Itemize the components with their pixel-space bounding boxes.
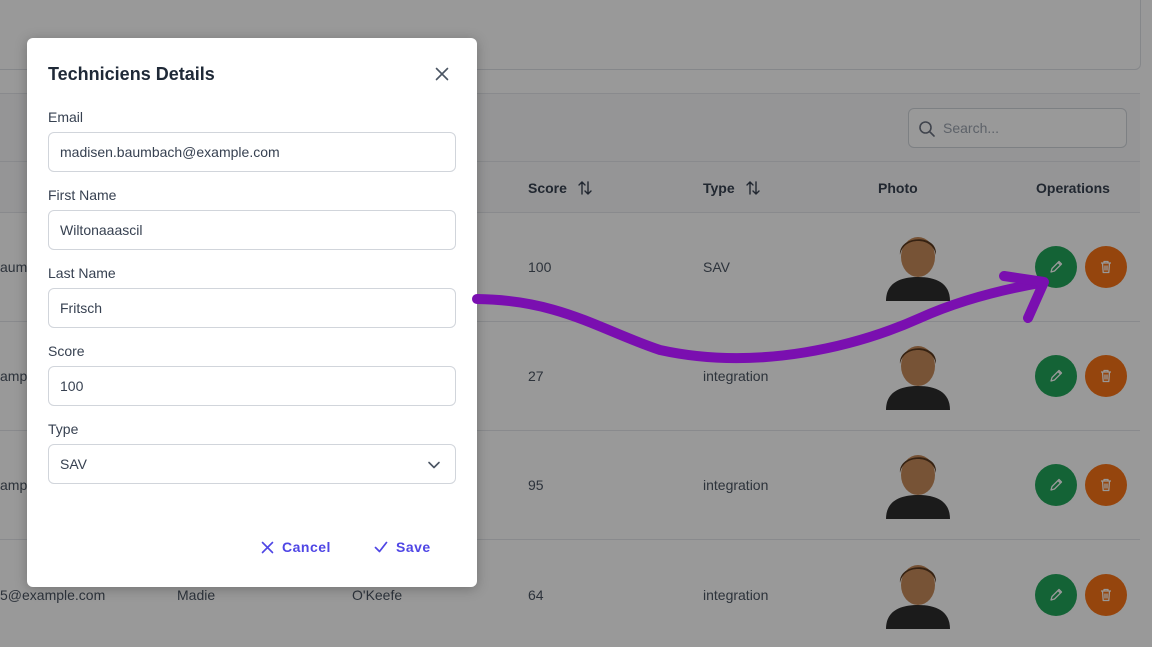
last-name-field[interactable] — [48, 288, 456, 328]
first-name-input[interactable] — [60, 222, 444, 238]
techniciens-details-dialog: Techniciens Details Email First Name Las… — [27, 38, 477, 587]
email-input[interactable] — [60, 144, 444, 160]
last-name-input[interactable] — [60, 300, 444, 316]
score-label: Score — [48, 343, 85, 359]
first-name-label: First Name — [48, 187, 117, 203]
cancel-label: Cancel — [282, 539, 331, 555]
last-name-label: Last Name — [48, 265, 116, 281]
close-icon — [435, 67, 449, 81]
save-button[interactable]: Save — [374, 535, 431, 559]
score-input[interactable] — [60, 378, 444, 394]
first-name-field[interactable] — [48, 210, 456, 250]
cancel-button[interactable]: Cancel — [261, 535, 331, 559]
type-selected-value: SAV — [60, 456, 87, 472]
chevron-down-icon[interactable] — [427, 458, 441, 472]
score-field[interactable] — [48, 366, 456, 406]
type-label: Type — [48, 421, 79, 437]
dialog-title: Techniciens Details — [48, 64, 215, 84]
save-label: Save — [396, 539, 431, 555]
email-field[interactable] — [48, 132, 456, 172]
check-icon — [374, 541, 388, 553]
times-icon — [261, 541, 274, 553]
close-button[interactable] — [429, 61, 455, 87]
email-label: Email — [48, 109, 84, 125]
type-dropdown[interactable]: SAV — [48, 444, 456, 484]
